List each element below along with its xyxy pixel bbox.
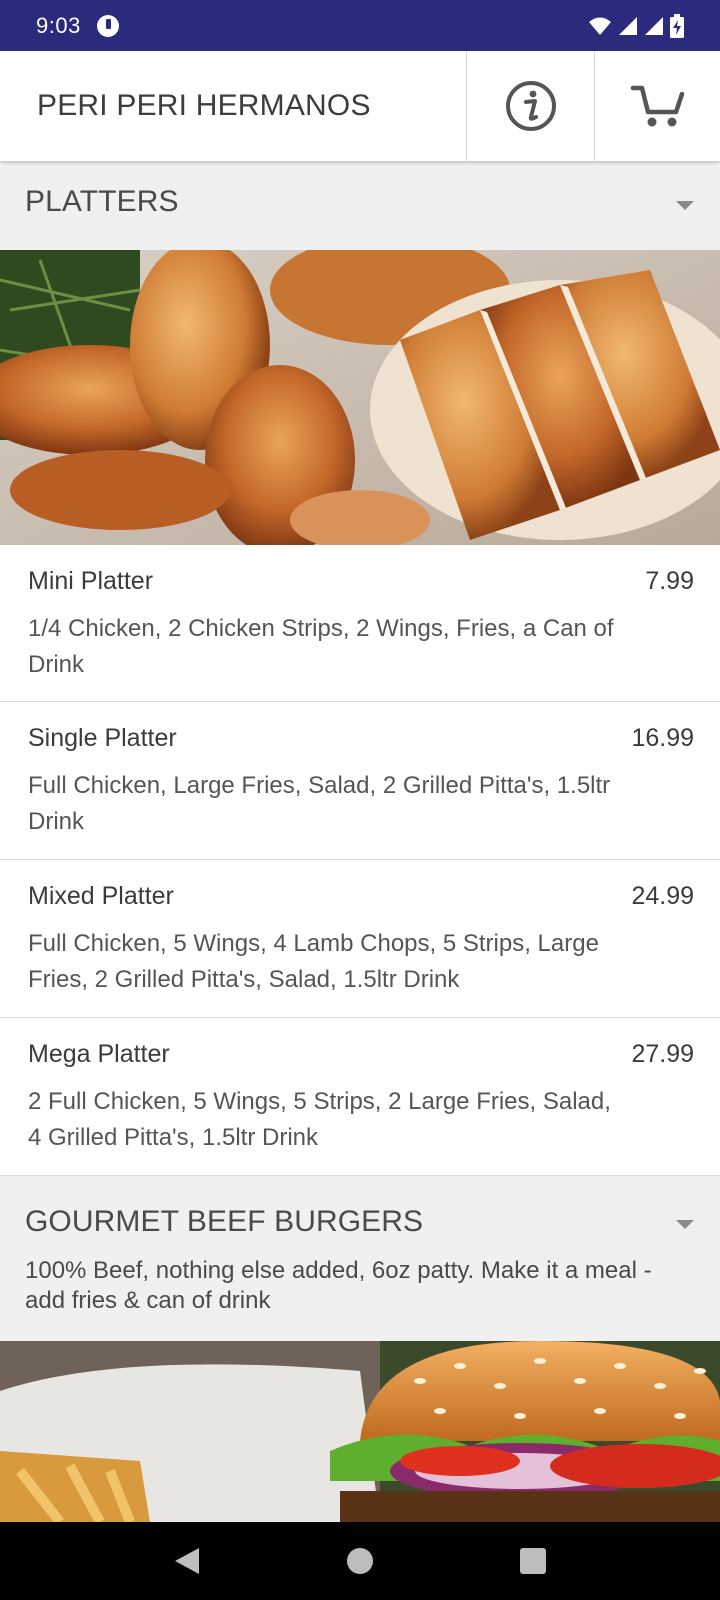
system-navigation-bar (0, 1522, 720, 1600)
roast-chicken-image (0, 250, 720, 545)
cart-icon (630, 85, 684, 127)
restaurant-title: PERI PERI HERMANOS (37, 89, 371, 122)
burger-image (0, 1341, 720, 1522)
home-icon[interactable] (346, 1547, 374, 1575)
burgers-hero-image (0, 1341, 720, 1522)
back-icon[interactable] (173, 1546, 201, 1576)
wifi-icon (589, 17, 611, 35)
menu-item-mini-platter[interactable]: Mini Platter 7.99 1/4 Chicken, 2 Chicken… (0, 545, 720, 702)
item-name: Single Platter (28, 724, 177, 752)
platters-hero-image (0, 250, 720, 545)
item-price: 24.99 (631, 882, 694, 910)
item-price: 7.99 (645, 567, 694, 595)
item-description: 1/4 Chicken, 2 Chicken Strips, 2 Wings, … (28, 615, 614, 678)
battery-charging-icon (670, 13, 684, 38)
item-description: Full Chicken, 5 Wings, 4 Lamb Chops, 5 S… (28, 930, 599, 993)
cart-button[interactable] (594, 51, 720, 161)
recents-icon[interactable] (519, 1547, 547, 1575)
item-name: Mixed Platter (28, 882, 174, 910)
item-name: Mini Platter (28, 567, 154, 595)
signal-icon-2 (645, 16, 663, 35)
info-icon (505, 81, 556, 131)
section-header-burgers[interactable]: GOURMET BEEF BURGERS 100% Beef, nothing … (0, 1176, 720, 1341)
status-time: 9:03 (36, 12, 81, 38)
section-title: GOURMET BEEF BURGERS (25, 1205, 424, 1238)
menu-item-mixed-platter[interactable]: Mixed Platter 24.99 Full Chicken, 5 Wing… (0, 860, 720, 1018)
chevron-down-icon (676, 1220, 694, 1229)
section-header-platters[interactable]: PLATTERS (0, 161, 720, 250)
menu-item-single-platter[interactable]: Single Platter 16.99 Full Chicken, Large… (0, 702, 720, 860)
item-description: 2 Full Chicken, 5 Wings, 5 Strips, 2 Lar… (28, 1088, 611, 1151)
status-bar: 9:03 (0, 0, 720, 51)
chevron-down-icon (676, 201, 694, 210)
menu-item-mega-platter[interactable]: Mega Platter 27.99 2 Full Chicken, 5 Win… (0, 1018, 720, 1176)
item-price: 16.99 (631, 724, 694, 752)
signal-icon (619, 16, 637, 35)
section-title: PLATTERS (25, 185, 179, 218)
item-description: Full Chicken, Large Fries, Salad, 2 Gril… (28, 772, 611, 835)
section-description: 100% Beef, nothing else added, 6oz patty… (25, 1257, 652, 1314)
item-name: Mega Platter (28, 1040, 170, 1068)
info-button[interactable] (466, 51, 594, 161)
status-icons (588, 13, 684, 38)
notification-app-icon (96, 14, 119, 37)
item-price: 27.99 (631, 1040, 694, 1068)
app-bar: PERI PERI HERMANOS (0, 51, 720, 161)
